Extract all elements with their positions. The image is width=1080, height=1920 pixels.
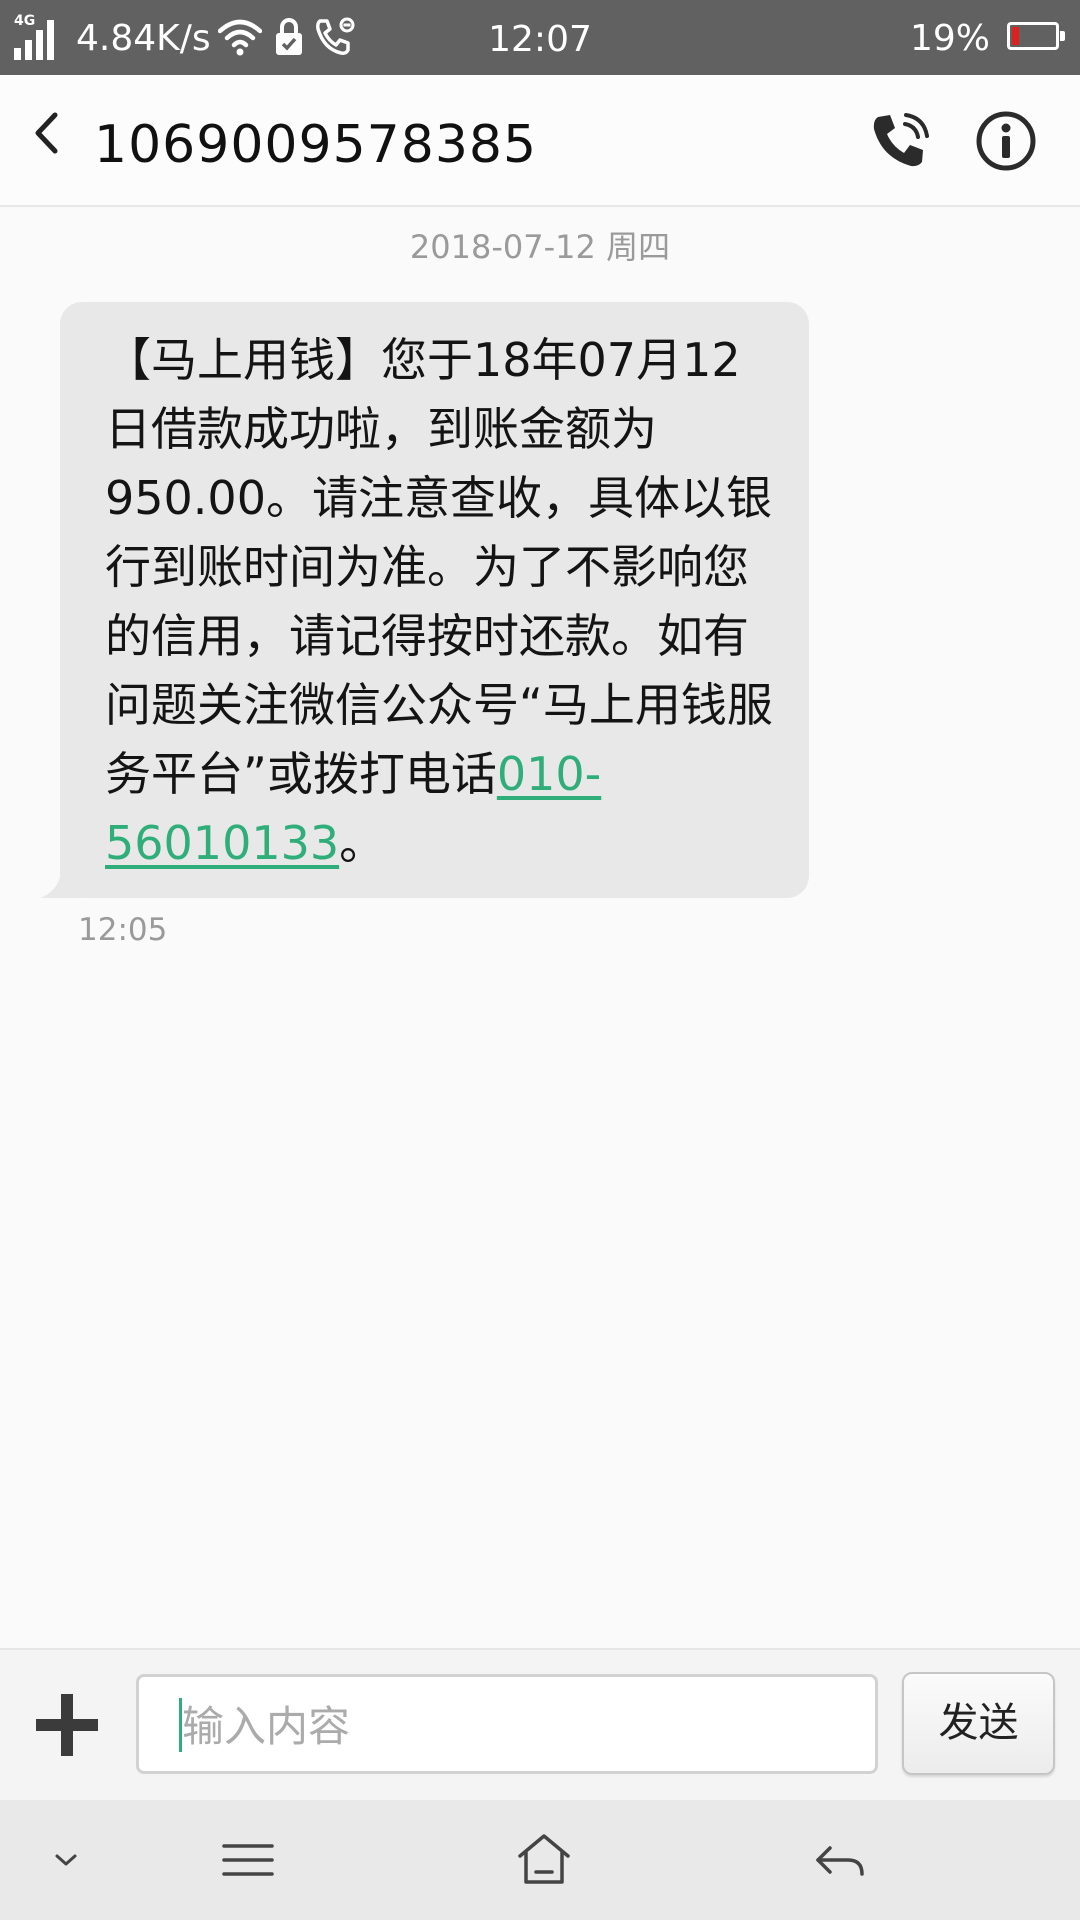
back-icon[interactable] xyxy=(812,1828,868,1892)
message-bubble[interactable]: 【马上用钱】您于18年07月12日借款成功啦，到账金额为950.00。请注意查收… xyxy=(60,302,809,898)
message-time: 12:05 xyxy=(78,912,168,948)
info-icon[interactable] xyxy=(974,109,1038,173)
status-bar: 4G 4.84K/s 12:07 19% xyxy=(0,0,1080,75)
phone-icon[interactable] xyxy=(868,109,932,173)
menu-icon[interactable] xyxy=(220,1828,276,1892)
conversation-header: 1069009578385 xyxy=(0,75,1080,207)
collapse-icon[interactable] xyxy=(48,1828,84,1892)
compose-bar: 输入内容 发送 xyxy=(0,1648,1080,1800)
plus-icon[interactable] xyxy=(36,1694,98,1756)
back-arrow-icon[interactable] xyxy=(22,105,78,161)
input-placeholder: 输入内容 xyxy=(182,1702,351,1751)
date-separator: 2018-07-12 周四 xyxy=(409,228,671,266)
message-text: 【马上用钱】您于18年07月12日借款成功啦，到账金额为950.00。请注意查收… xyxy=(105,333,773,801)
message-text-end: 。 xyxy=(339,816,386,870)
send-button[interactable]: 发送 xyxy=(902,1672,1055,1775)
battery-percent: 19% xyxy=(909,18,990,59)
home-icon[interactable] xyxy=(514,1828,574,1892)
contact-number: 1069009578385 xyxy=(94,115,538,175)
battery-icon xyxy=(1007,22,1065,50)
navigation-bar xyxy=(0,1800,1080,1920)
message-input[interactable]: 输入内容 xyxy=(136,1674,878,1774)
